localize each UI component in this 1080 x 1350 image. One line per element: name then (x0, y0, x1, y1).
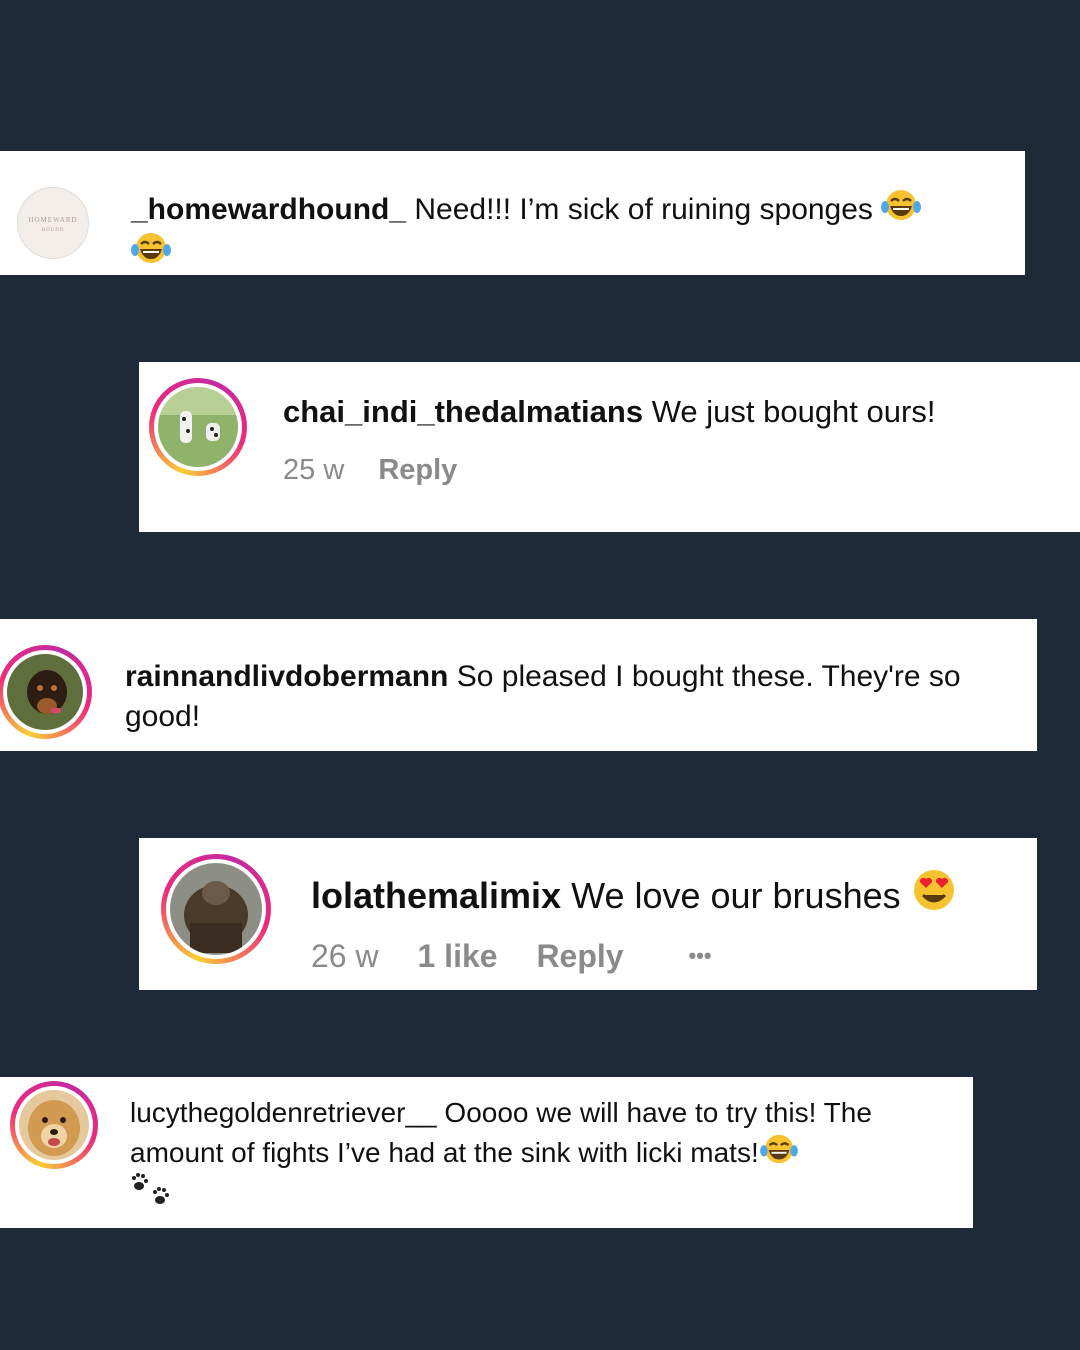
comment-text: lolathemalimix We love our brushes (311, 868, 1031, 920)
doberman-photo-icon (7, 654, 83, 730)
comment-text: _homewardhound_ Need!!! I’m sick of ruin… (131, 187, 1011, 272)
comment-username[interactable]: lucythegoldenretriever__ (130, 1097, 437, 1128)
comment-body: Need!!! I’m sick of ruining sponges (414, 193, 873, 226)
avatar[interactable] (149, 378, 247, 476)
comment-username[interactable]: lolathemalimix (311, 875, 561, 916)
dalmatian-photo-icon (158, 387, 238, 467)
more-options-icon[interactable]: ••• (688, 943, 711, 969)
comment-card-lolathemalimix: lolathemalimix We love our brushes 26 w … (139, 838, 1037, 990)
comment-username[interactable]: chai_indi_thedalmatians (283, 394, 643, 429)
comment-card-rainnandliv: rainnandlivdobermann So pleased I bought… (0, 619, 1037, 751)
comment-username[interactable]: rainnandlivdobermann (125, 660, 448, 693)
avatar[interactable] (0, 645, 92, 739)
laughing-tears-emoji-icon (881, 190, 922, 220)
comment-text: rainnandlivdobermann So pleased I bought… (125, 657, 1025, 736)
malamute-photo-icon (170, 863, 262, 955)
comment-text: lucythegoldenretriever__ Ooooo we will h… (130, 1093, 960, 1215)
comment-username[interactable]: _homewardhound_ (131, 193, 406, 226)
comment-meta: 26 w 1 like Reply ••• (311, 938, 712, 975)
comment-timestamp: 25 w (283, 454, 345, 486)
avatar[interactable] (10, 1081, 98, 1169)
heart-eyes-emoji-icon (913, 870, 954, 910)
comment-body: We love our brushes (571, 875, 901, 916)
reply-button[interactable]: Reply (536, 938, 623, 975)
laughing-tears-emoji-icon (759, 1135, 798, 1164)
comment-text: chai_indi_thedalmatians We just bought o… (283, 392, 1073, 433)
comment-card-lucythegoldenretriever: lucythegoldenretriever__ Ooooo we will h… (0, 1077, 973, 1228)
comment-meta: 25 w Reply (283, 454, 457, 487)
avatar[interactable] (161, 854, 271, 964)
avatar[interactable]: HOMEWARD HOUND (17, 187, 89, 259)
comment-body: We just bought ours! (651, 394, 936, 429)
laughing-tears-emoji-icon (131, 232, 171, 263)
avatar-logo-text: HOMEWARD (28, 216, 78, 224)
golden-retriever-photo-icon (19, 1090, 89, 1160)
paw-prints-emoji-icon (132, 1173, 169, 1205)
comment-timestamp: 26 w (311, 938, 379, 974)
likes-count[interactable]: 1 like (417, 938, 497, 975)
reply-button[interactable]: Reply (378, 454, 457, 487)
comment-card-chai-indi: chai_indi_thedalmatians We just bought o… (139, 362, 1080, 532)
avatar-logo-subtext: HOUND (41, 228, 65, 233)
comment-card-homewardhound: HOMEWARD HOUND _homewardhound_ Need!!! I… (0, 151, 1025, 275)
